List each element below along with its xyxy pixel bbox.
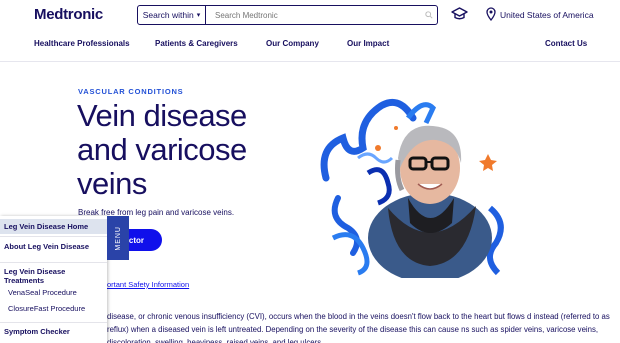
chevron-down-icon: ▾ [196,12,201,19]
graduation-cap-icon[interactable] [451,7,468,26]
search-input[interactable] [206,6,421,24]
search-button[interactable] [421,6,437,24]
important-safety-information-link[interactable]: ortant Safety Information [107,280,189,289]
region-selector[interactable]: United States of America [500,10,594,20]
side-menu-item-home[interactable]: Leg Vein Disease Home [0,219,107,234]
nav-divider [0,61,620,62]
side-menu-item-symptom-checker[interactable]: Symptom Checker [0,322,107,340]
main-nav: Healthcare Professionals Patients & Care… [0,39,620,51]
hero-patient-illustration [320,98,504,278]
side-menu-item-about[interactable]: About Leg Vein Disease [0,236,107,256]
find-doctor-button-label: ctor [128,235,144,245]
menu-toggle-tab[interactable]: MENU [107,216,129,260]
intro-paragraph: disease, or chronic venous insufficiency… [107,312,610,343]
nav-contact-us[interactable]: Contact Us [545,39,587,48]
nav-healthcare-professionals[interactable]: Healthcare Professionals [34,39,130,48]
page-title: Vein disease and varicose veins [77,98,247,201]
nav-patients-caregivers[interactable]: Patients & Caregivers [155,39,238,48]
side-menu-item-venaseal[interactable]: VenaSeal Procedure [0,285,107,301]
search-scope-label: Search within [142,10,194,20]
section-side-menu: Leg Vein Disease Home About Leg Vein Dis… [0,216,107,343]
nav-our-impact[interactable]: Our Impact [347,39,389,48]
search-scope-dropdown[interactable]: Search within ▾ [138,6,206,24]
eyebrow-label: VASCULAR CONDITIONS [78,87,184,96]
medtronic-logo[interactable]: Medtronic [34,6,103,23]
side-menu-item-treatments[interactable]: Leg Vein Disease Treatments [0,262,107,285]
location-pin-icon[interactable] [486,7,496,26]
menu-toggle-label: MENU [114,225,122,251]
search-bar: Search within ▾ [137,5,438,25]
search-icon [425,11,433,19]
nav-our-company[interactable]: Our Company [266,39,319,48]
side-menu-item-closurefast[interactable]: ClosureFast Procedure [0,301,107,317]
